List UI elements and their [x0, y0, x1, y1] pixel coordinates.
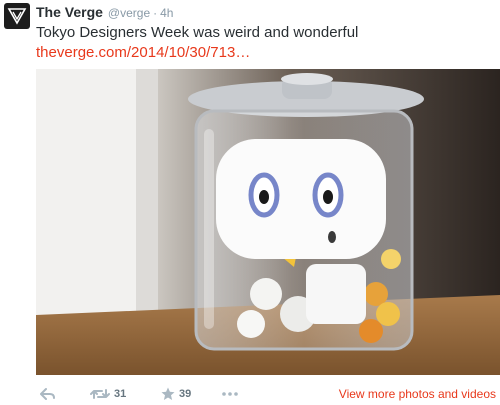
retweet-count: 31 — [114, 388, 127, 400]
favorite-count: 39 — [179, 388, 192, 400]
star-icon — [161, 387, 175, 400]
ellipsis-icon — [222, 392, 238, 396]
favorite-button[interactable]: 39 — [161, 384, 191, 404]
tweet-actions: 31 39 View more photos and videos — [36, 384, 500, 404]
avatar[interactable] — [4, 3, 30, 29]
display-name[interactable]: The Verge — [36, 4, 103, 20]
tweet-photo[interactable] — [36, 69, 500, 375]
tweet-link[interactable]: theverge.com/2014/10/30/713… — [36, 44, 250, 62]
retweet-button[interactable]: 31 — [90, 384, 126, 404]
jar-photo-illustration — [36, 69, 500, 375]
retweet-icon — [90, 389, 110, 399]
reply-button[interactable] — [40, 384, 56, 404]
tweet-header: The Verge @verge · 4h — [36, 4, 173, 20]
timestamp[interactable]: 4h — [160, 6, 173, 20]
user-handle[interactable]: @verge — [108, 6, 150, 20]
reply-arrow-icon — [40, 388, 55, 400]
view-more-photos-link[interactable]: View more photos and videos — [339, 387, 496, 401]
more-options-button[interactable] — [222, 384, 238, 404]
tweet-text: Tokyo Designers Week was weird and wonde… — [36, 24, 359, 41]
separator-dot: · — [153, 6, 158, 20]
verge-logo-icon — [7, 8, 27, 25]
